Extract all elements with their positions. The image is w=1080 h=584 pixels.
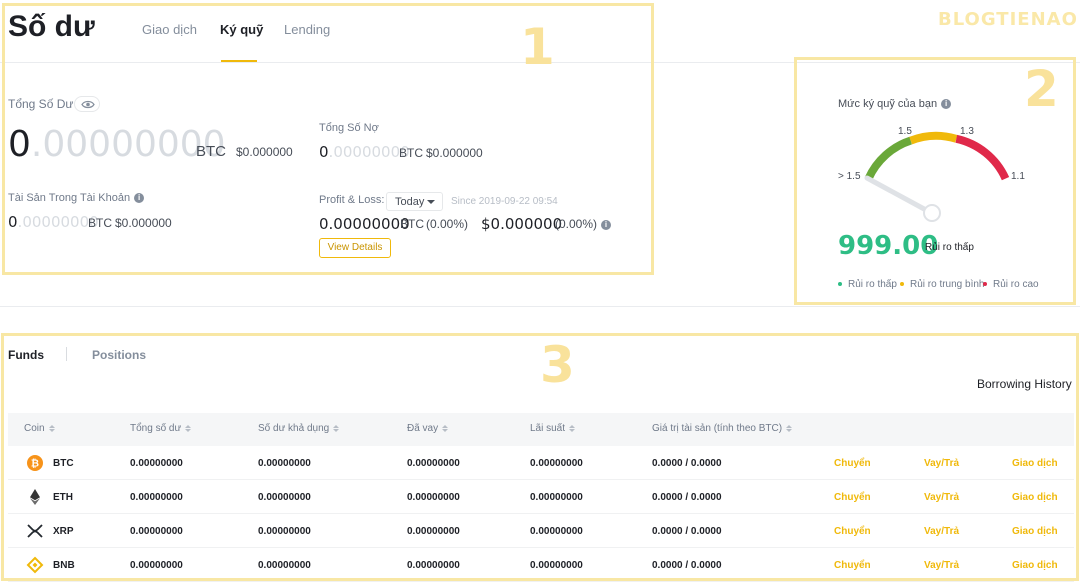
annotation-number-2: 2: [1024, 60, 1059, 118]
annotation-number-3: 3: [540, 336, 575, 394]
watermark-text: BLOGTIENAO: [938, 9, 1078, 30]
highlight-box-1: [2, 3, 654, 275]
section-divider: [0, 306, 1080, 307]
annotation-number-1: 1: [520, 18, 555, 76]
